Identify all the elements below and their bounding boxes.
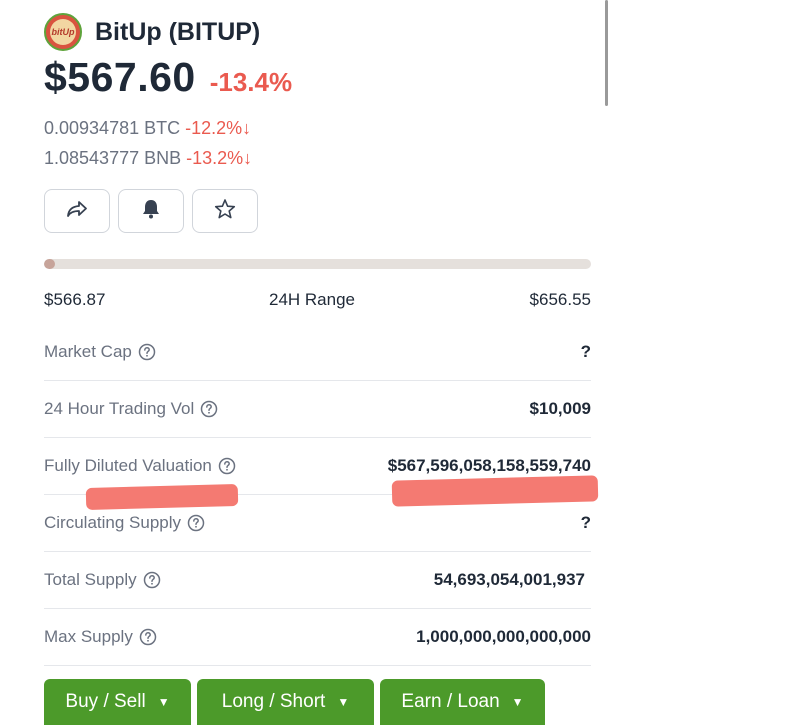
scrollbar[interactable] bbox=[605, 0, 608, 106]
earn-loan-button[interactable]: Earn / Loan ▼ bbox=[380, 679, 545, 725]
share-button[interactable] bbox=[44, 189, 110, 233]
redaction-mark bbox=[85, 484, 239, 510]
buy-sell-button[interactable]: Buy / Sell ▼ bbox=[44, 679, 191, 725]
star-icon bbox=[214, 198, 236, 225]
caret-down-icon: ▼ bbox=[157, 695, 170, 709]
stat-label: Market Cap bbox=[44, 342, 132, 361]
coin-header: bitUp BitUp (BITUP) bbox=[44, 13, 260, 51]
earn-loan-label: Earn / Loan bbox=[401, 691, 500, 712]
btc-conversion: 0.00934781 BTC -12.2%↓ bbox=[44, 118, 251, 139]
logo-text: bitUp bbox=[51, 27, 75, 37]
24h-range-labels: $566.87 24H Range $656.55 bbox=[44, 290, 591, 310]
range-bar-fill bbox=[44, 259, 55, 269]
price-change: -13.4% bbox=[209, 67, 293, 97]
coin-price: $567.60 bbox=[44, 54, 196, 100]
bnb-change: -13.2% bbox=[186, 148, 244, 168]
stat-row-market-cap: Market Cap ? bbox=[44, 324, 591, 381]
watchlist-button[interactable] bbox=[192, 189, 258, 233]
range-low: $566.87 bbox=[44, 290, 106, 309]
price-row: $567.60 -13.4% bbox=[44, 54, 292, 101]
buy-sell-label: Buy / Sell bbox=[65, 691, 146, 712]
long-short-button[interactable]: Long / Short ▼ bbox=[197, 679, 374, 725]
coin-action-icons bbox=[44, 189, 258, 233]
caret-down-icon: ▼ bbox=[511, 695, 524, 709]
stat-value: 54,693,054,001,937 bbox=[433, 570, 585, 589]
stat-value: ? bbox=[580, 513, 591, 532]
question-circle-icon[interactable] bbox=[143, 571, 161, 589]
stat-value: ? bbox=[580, 342, 591, 361]
question-circle-icon[interactable] bbox=[187, 514, 205, 532]
question-circle-icon[interactable] bbox=[138, 343, 156, 361]
down-arrow-icon: ↓ bbox=[243, 148, 253, 168]
bnb-value: 1.08543777 BNB bbox=[44, 148, 182, 168]
stat-row-total-supply: Total Supply 54,693,054,001,937 bbox=[44, 552, 591, 609]
stat-label: Max Supply bbox=[44, 627, 133, 646]
bell-icon bbox=[141, 198, 161, 225]
stat-label: Total Supply bbox=[44, 570, 137, 589]
stat-value: $10,009 bbox=[529, 399, 591, 418]
range-high: $656.55 bbox=[529, 290, 591, 309]
question-circle-icon[interactable] bbox=[218, 457, 236, 475]
24h-range-bar bbox=[44, 259, 591, 269]
stat-label: Circulating Supply bbox=[44, 513, 182, 532]
range-label: 24H Range bbox=[269, 290, 356, 309]
btc-change: -12.2% bbox=[185, 118, 243, 138]
down-arrow-icon: ↓ bbox=[242, 118, 252, 138]
btc-value: 0.00934781 BTC bbox=[44, 118, 181, 138]
coin-name: BitUp (BITUP) bbox=[95, 17, 261, 46]
coin-logo: bitUp bbox=[44, 13, 82, 51]
redaction-mark bbox=[391, 475, 599, 507]
action-buttons: Buy / Sell ▼ Long / Short ▼ Earn / Loan ▼ bbox=[44, 679, 545, 725]
caret-down-icon: ▼ bbox=[337, 695, 350, 709]
stat-label: Fully Diluted Valuation bbox=[44, 456, 212, 475]
stat-row-max-supply: Max Supply 1,000,000,000,000,000 bbox=[44, 609, 591, 666]
stat-row-trading-vol: 24 Hour Trading Vol $10,009 bbox=[44, 381, 591, 438]
long-short-label: Long / Short bbox=[221, 691, 326, 712]
stat-label: 24 Hour Trading Vol bbox=[44, 399, 195, 418]
stat-value: 1,000,000,000,000,000 bbox=[416, 627, 591, 646]
stat-value: $567,596,058,158,559,740 bbox=[387, 456, 591, 475]
price-alert-button[interactable] bbox=[118, 189, 184, 233]
share-icon bbox=[65, 199, 89, 224]
bnb-conversion: 1.08543777 BNB -13.2%↓ bbox=[44, 148, 252, 169]
question-circle-icon[interactable] bbox=[139, 628, 157, 646]
question-circle-icon[interactable] bbox=[200, 400, 218, 418]
